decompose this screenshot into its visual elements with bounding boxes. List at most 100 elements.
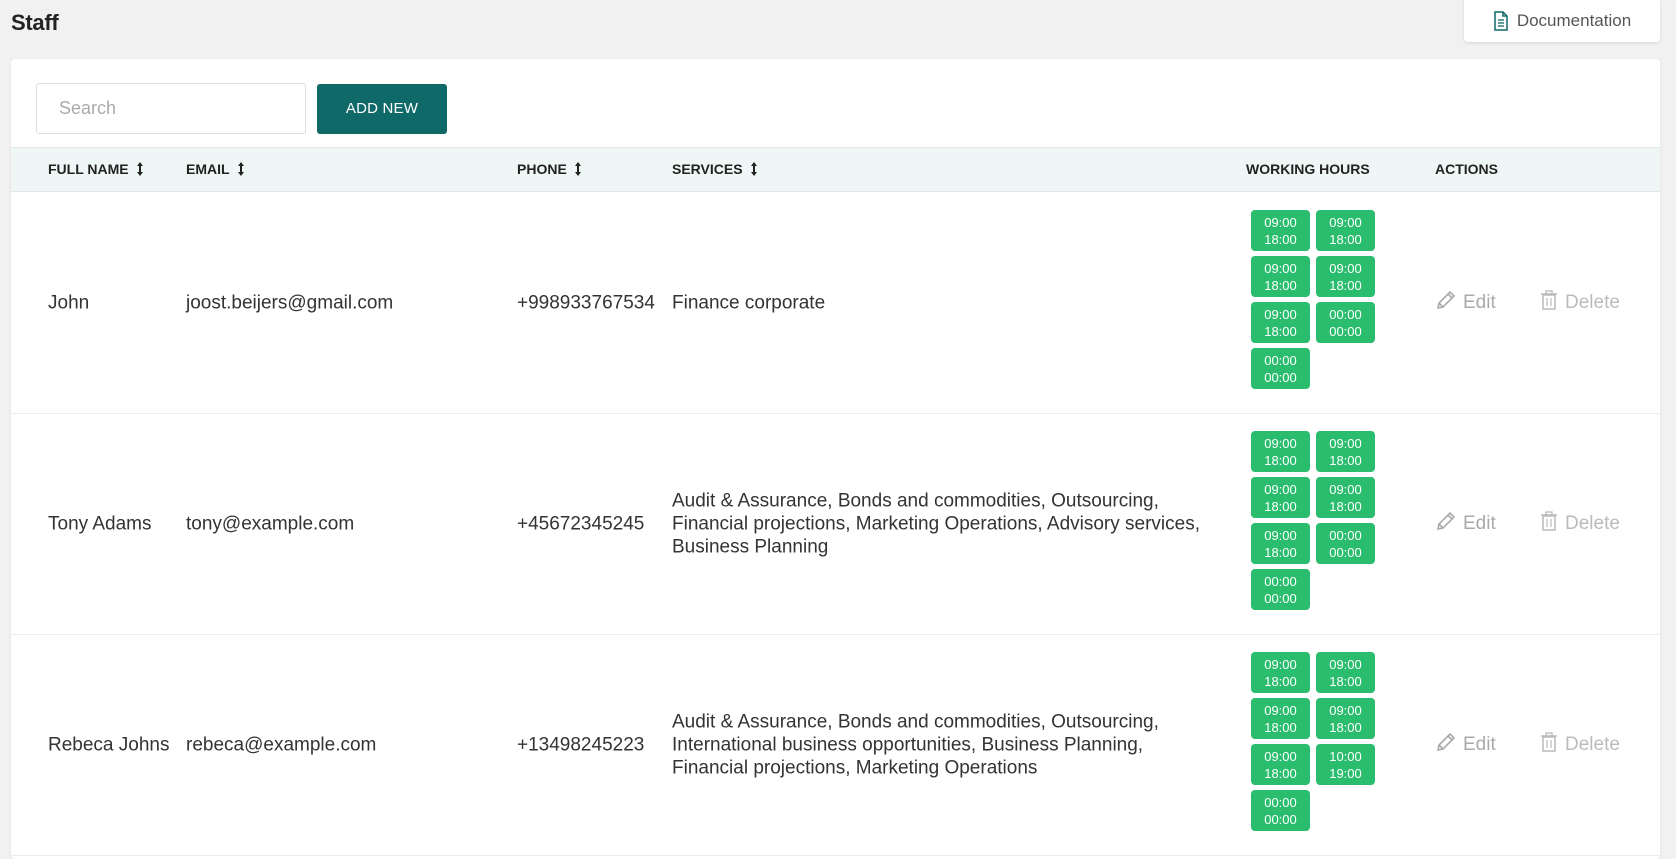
service-line: Business Planning: [672, 536, 829, 558]
working-hours: 09:00 18:00 09:00 18:00 09:00 18:00 09:00 18:00…: [1251, 210, 1391, 389]
hours-end: 18:00: [1329, 498, 1362, 514]
staff-email: joost.beijers@gmail.com: [186, 292, 394, 314]
add-new-button[interactable]: ADD NEW: [317, 83, 447, 134]
working-hours-chip: 09:00 18:00: [1316, 477, 1375, 518]
hours-start: 00:00: [1264, 573, 1297, 589]
working-hours-chip: 09:00 18:00: [1251, 698, 1310, 739]
trash-icon: [1539, 731, 1559, 759]
hours-end: 18:00: [1264, 673, 1297, 689]
hours-start: 00:00: [1264, 794, 1297, 810]
working-hours: 09:00 18:00 09:00 18:00 09:00 18:00 09:00 18:00…: [1251, 431, 1391, 610]
sort-icon: [750, 162, 757, 176]
staff-phone: +13498245223: [517, 734, 645, 756]
search-input[interactable]: [36, 83, 306, 134]
hours-end: 18:00: [1264, 719, 1297, 735]
working-hours-chip: 09:00 18:00: [1316, 256, 1375, 297]
column-working-hours-label: WORKING HOURS: [1246, 161, 1370, 177]
staff-full-name: Rebeca Johns: [48, 734, 170, 756]
document-icon: [1493, 11, 1509, 31]
hours-start: 09:00: [1264, 435, 1297, 451]
staff-full-name: John: [48, 292, 90, 314]
hours-end: 00:00: [1329, 323, 1362, 339]
column-working-hours: WORKING HOURS: [1246, 161, 1370, 177]
hours-end: 18:00: [1329, 231, 1362, 247]
hours-end: 18:00: [1264, 452, 1297, 468]
edit-button[interactable]: Edit: [1435, 510, 1496, 538]
column-services[interactable]: SERVICES: [672, 161, 759, 177]
hours-end: 18:00: [1264, 323, 1297, 339]
staff-services: Audit & Assurance, Bonds and commodities…: [672, 711, 1159, 780]
trash-icon: [1539, 289, 1559, 317]
working-hours-chip: 09:00 18:00: [1251, 256, 1310, 297]
working-hours-chip: 00:00 00:00: [1251, 569, 1310, 610]
working-hours-chip: 00:00 00:00: [1251, 790, 1310, 831]
table-row: Tony Adams tony@example.com +45672345245 Au…: [11, 414, 1660, 635]
toolbar: ADD NEW: [36, 83, 447, 134]
staff-card: ADD NEW FULL NAME EMAIL PHONE SERVICES W…: [11, 59, 1660, 859]
column-phone[interactable]: PHONE: [517, 161, 583, 177]
hours-start: 09:00: [1264, 481, 1297, 497]
edit-label: Edit: [1463, 292, 1496, 313]
hours-start: 00:00: [1329, 527, 1362, 543]
staff-email: rebeca@example.com: [186, 734, 377, 756]
hours-start: 09:00: [1329, 260, 1362, 276]
working-hours-chip: 00:00 00:00: [1251, 348, 1310, 389]
hours-end: 18:00: [1264, 498, 1297, 514]
staff-email: tony@example.com: [186, 513, 355, 535]
hours-end: 00:00: [1264, 369, 1297, 385]
hours-end: 18:00: [1264, 231, 1297, 247]
hours-start: 10:00: [1329, 748, 1362, 764]
edit-label: Edit: [1463, 734, 1496, 755]
column-email[interactable]: EMAIL: [186, 161, 246, 177]
column-email-label: EMAIL: [186, 161, 230, 177]
hours-end: 19:00: [1329, 765, 1362, 781]
hours-start: 09:00: [1264, 214, 1297, 230]
column-services-label: SERVICES: [672, 161, 743, 177]
hours-end: 18:00: [1329, 277, 1362, 293]
working-hours-chip: 00:00 00:00: [1316, 523, 1375, 564]
delete-label: Delete: [1565, 734, 1620, 755]
documentation-label: Documentation: [1516, 11, 1632, 30]
service-line: Audit & Assurance, Bonds and commodities…: [672, 711, 1159, 733]
hours-end: 18:00: [1264, 277, 1297, 293]
hours-start: 09:00: [1264, 748, 1297, 764]
delete-label: Delete: [1565, 292, 1620, 313]
pencil-icon: [1435, 289, 1457, 317]
sort-icon: [136, 162, 143, 176]
working-hours-chip: 00:00 00:00: [1316, 302, 1375, 343]
column-full-name[interactable]: FULL NAME: [48, 161, 145, 177]
service-line: International business opportunities, Bu…: [672, 734, 1144, 756]
working-hours-chip: 09:00 18:00: [1251, 302, 1310, 343]
working-hours-chip: 09:00 18:00: [1316, 431, 1375, 472]
table-row: John joost.beijers@gmail.com +998933767534…: [11, 193, 1660, 414]
page-title: Staff: [11, 10, 59, 35]
delete-button[interactable]: Delete: [1539, 731, 1620, 759]
hours-start: 00:00: [1329, 306, 1362, 322]
hours-end: 00:00: [1264, 811, 1297, 827]
edit-button[interactable]: Edit: [1435, 731, 1496, 759]
column-actions: ACTIONS: [1435, 161, 1498, 177]
hours-start: 09:00: [1329, 702, 1362, 718]
service-line: Audit & Assurance, Bonds and commodities…: [672, 490, 1159, 512]
edit-button[interactable]: Edit: [1435, 289, 1496, 317]
hours-end: 00:00: [1329, 544, 1362, 560]
documentation-button[interactable]: Documentation: [1464, 0, 1660, 42]
hours-end: 18:00: [1329, 673, 1362, 689]
table-row: Rebeca Johns rebeca@example.com +134982452…: [11, 635, 1660, 856]
hours-start: 09:00: [1329, 656, 1362, 672]
column-full-name-label: FULL NAME: [48, 161, 129, 177]
hours-start: 09:00: [1264, 702, 1297, 718]
working-hours-chip: 09:00 18:00: [1251, 477, 1310, 518]
column-phone-label: PHONE: [517, 161, 567, 177]
working-hours-chip: 09:00 18:00: [1251, 744, 1310, 785]
working-hours-chip: 09:00 18:00: [1251, 431, 1310, 472]
delete-button[interactable]: Delete: [1539, 510, 1620, 538]
hours-start: 09:00: [1264, 527, 1297, 543]
hours-end: 18:00: [1264, 765, 1297, 781]
working-hours-chip: 09:00 18:00: [1251, 210, 1310, 251]
delete-label: Delete: [1565, 513, 1620, 534]
delete-button[interactable]: Delete: [1539, 289, 1620, 317]
hours-start: 09:00: [1264, 656, 1297, 672]
working-hours-chip: 09:00 18:00: [1316, 698, 1375, 739]
hours-start: 09:00: [1329, 435, 1362, 451]
